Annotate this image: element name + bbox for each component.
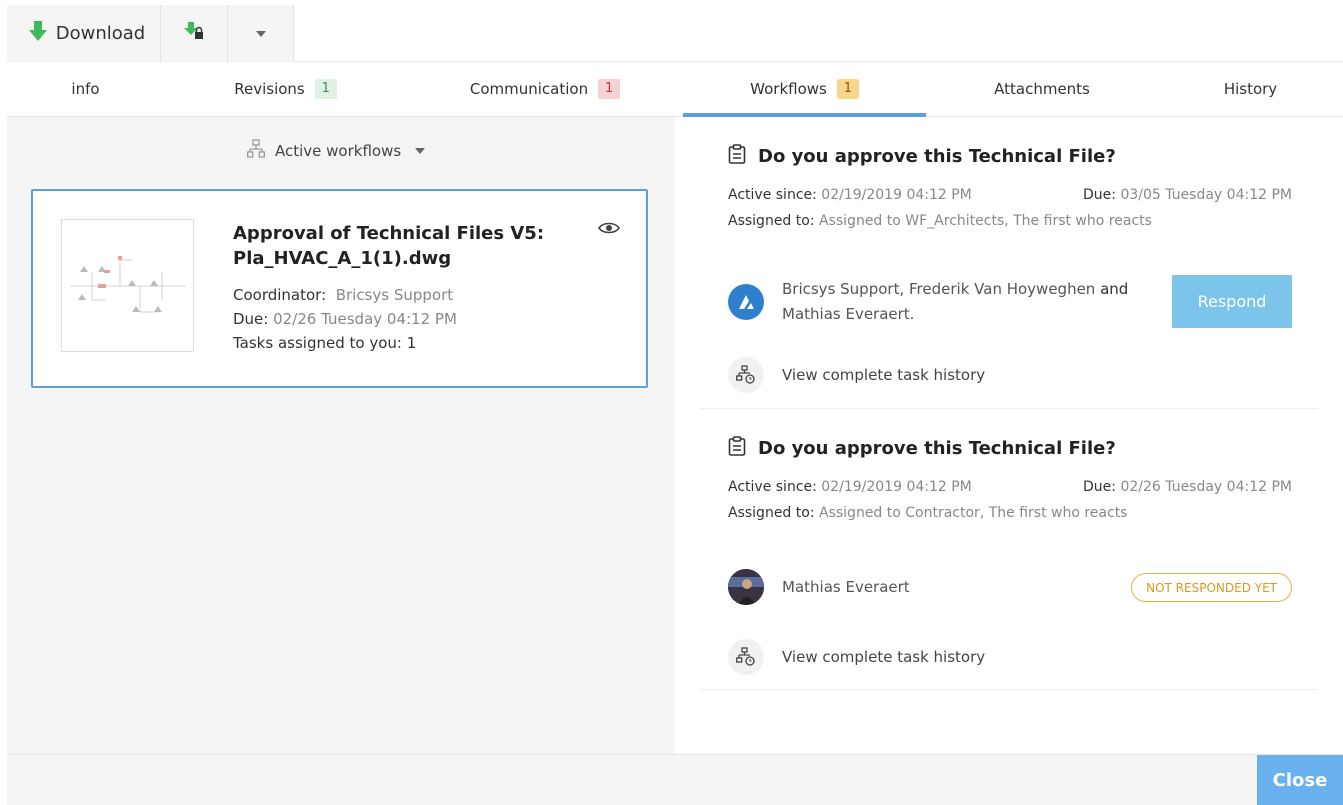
active-since-label: Active since:: [728, 479, 817, 495]
toolbar: Download: [7, 5, 1343, 62]
assigned-to-row: Assigned to: Assigned to WF_Architects, …: [728, 213, 1152, 229]
tab-communication[interactable]: Communication 1: [407, 62, 683, 116]
task-detail-pane: Do you approve this Technical File? Acti…: [675, 117, 1343, 754]
tab-label: History: [1223, 80, 1278, 98]
tab-label: Communication: [469, 80, 589, 98]
due-label: Due:: [1083, 479, 1117, 495]
workflow-tree-icon: [247, 139, 265, 163]
download-label: Download: [55, 23, 146, 44]
assigned-value: Assigned to WF_Architects, The first who…: [819, 213, 1152, 229]
toolbar-spacer: [294, 5, 1343, 62]
active-since-row: Active since: 02/19/2019 04:12 PM: [728, 187, 972, 203]
bricsys-logo-avatar: [728, 284, 764, 320]
task-header: Do you approve this Technical File?: [728, 144, 1116, 169]
assigned-label: Assigned to:: [728, 213, 815, 229]
active-since-value: 02/19/2019 04:12 PM: [821, 187, 972, 203]
caret-down-icon: [415, 148, 426, 154]
assignee-row: Mathias Everaert: [728, 569, 1162, 605]
assignee-name: Frederik Van Hoyweghen: [909, 280, 1096, 298]
tab-label: Workflows: [750, 80, 827, 98]
tab-info[interactable]: info: [7, 62, 164, 116]
active-workflows-dropdown[interactable]: Active workflows: [247, 139, 426, 163]
due-value: 02/26 Tuesday 04:12 PM: [273, 310, 457, 328]
count-badge: 1: [836, 79, 859, 99]
tab-label: Attachments: [994, 80, 1090, 98]
count-badge: 1: [314, 79, 337, 99]
history-label: View complete task history: [782, 366, 986, 384]
task-header: Do you approve this Technical File?: [728, 436, 1116, 461]
assignee-name: Mathias Everaert: [782, 577, 910, 596]
clipboard-icon: [728, 144, 746, 169]
due-row: Due: 02/26 Tuesday 04:12 PM: [233, 307, 457, 331]
user-avatar: [728, 569, 764, 605]
assignee-names: Mathias Everaert: [782, 575, 1162, 600]
assignee-name: Mathias Everaert.: [782, 305, 915, 323]
close-button[interactable]: Close: [1257, 755, 1343, 805]
dialog-footer: Close: [7, 754, 1343, 805]
task-history-icon: [728, 639, 764, 675]
more-options-button[interactable]: [228, 5, 294, 62]
due-value: 02/26 Tuesday 04:12 PM: [1120, 479, 1292, 495]
tab-attachments[interactable]: Attachments: [926, 62, 1158, 116]
tasks-assigned: Tasks assigned to you: 1: [233, 334, 417, 352]
history-label: View complete task history: [782, 648, 986, 666]
clipboard-icon: [728, 436, 746, 461]
active-since-value: 02/19/2019 04:12 PM: [821, 479, 972, 495]
tab-label: Revisions: [234, 80, 305, 98]
coordinator-value: Bricsys Support: [335, 286, 454, 304]
assignee-row: Bricsys Support, Frederik Van Hoyweghen …: [728, 277, 1162, 327]
active-since-label: Active since:: [728, 187, 817, 203]
workflow-list-pane: Active workflows Approval of Technical F…: [7, 117, 675, 754]
assignee-name: Bricsys Support: [782, 280, 900, 298]
assignee-conjunction: and: [1100, 280, 1129, 298]
caret-down-icon: [255, 30, 266, 37]
filter-label: Active workflows: [275, 142, 402, 160]
tab-revisions[interactable]: Revisions 1: [164, 62, 407, 116]
status-badge: NOT RESPONDED YET: [1131, 573, 1292, 602]
tab-workflows[interactable]: Workflows 1: [683, 62, 926, 117]
task-history-icon: [728, 357, 764, 393]
workflow-card[interactable]: Approval of Technical Files V5: Pla_HVAC…: [31, 189, 648, 388]
task-title: Do you approve this Technical File?: [758, 146, 1116, 167]
view-task-history-link[interactable]: View complete task history: [728, 639, 985, 675]
task-card: Do you approve this Technical File? Acti…: [700, 409, 1318, 690]
due-row: Due: 02/26 Tuesday 04:12 PM: [1083, 479, 1292, 495]
active-since-row: Active since: 02/19/2019 04:12 PM: [728, 479, 972, 495]
secure-download-button[interactable]: [161, 5, 228, 62]
assigned-label: Assigned to:: [728, 505, 815, 521]
drawing-thumbnail: [61, 219, 194, 352]
assigned-to-row: Assigned to: Assigned to Contractor, The…: [728, 505, 1127, 521]
due-label: Due:: [1083, 187, 1117, 203]
due-value: 03/05 Tuesday 04:12 PM: [1120, 187, 1292, 203]
assignee-separator: ,: [899, 280, 905, 298]
due-row: Due: 03/05 Tuesday 04:12 PM: [1083, 187, 1292, 203]
assignee-names: Bricsys Support, Frederik Van Hoyweghen …: [782, 277, 1162, 327]
task-title: Do you approve this Technical File?: [758, 438, 1116, 459]
task-card: Do you approve this Technical File? Acti…: [700, 117, 1318, 409]
tab-history[interactable]: History: [1158, 62, 1343, 116]
download-arrow-icon: [28, 20, 48, 47]
workflow-title: Approval of Technical Files V5: Pla_HVAC…: [233, 223, 545, 269]
workflow-meta: Coordinator: Bricsys Support Due: 02/26 …: [233, 283, 457, 355]
view-task-history-link[interactable]: View complete task history: [728, 357, 985, 393]
download-lock-icon: [184, 22, 204, 45]
coordinator-label: Coordinator:: [233, 286, 327, 304]
count-badge: 1: [598, 79, 621, 99]
respond-button[interactable]: Respond: [1172, 275, 1292, 328]
tab-bar: info Revisions 1 Communication 1 Workflo…: [7, 62, 1343, 117]
tab-label: info: [71, 80, 100, 98]
due-label: Due:: [233, 310, 269, 328]
eye-icon[interactable]: [598, 221, 620, 239]
assigned-value: Assigned to Contractor, The first who re…: [819, 505, 1128, 521]
download-button[interactable]: Download: [7, 5, 161, 62]
coordinator-row: Coordinator: Bricsys Support: [233, 283, 457, 307]
